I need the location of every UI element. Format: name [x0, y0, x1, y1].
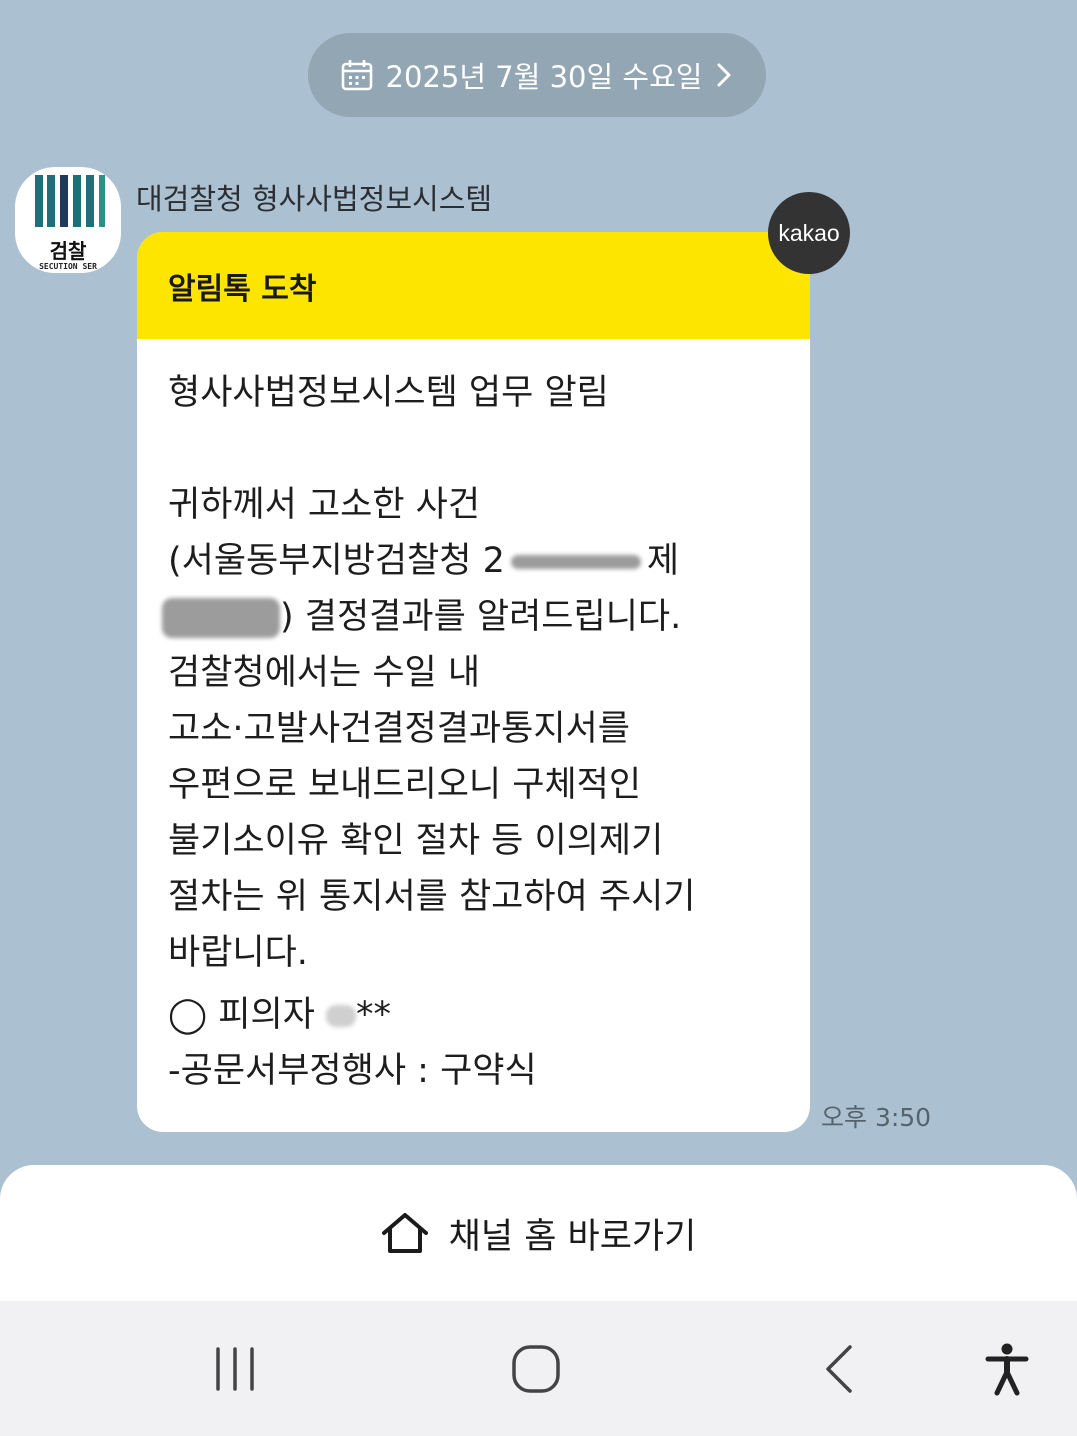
- message-line: ) 결정결과를 알려드립니다.: [162, 589, 788, 645]
- message-line: 우편으로 보내드리오니 구체적인: [168, 765, 642, 805]
- sender-name: 대검찰청 형사사법정보시스템: [136, 182, 493, 216]
- sender-avatar[interactable]: 검찰 SECUTION SER: [15, 167, 121, 273]
- message-line-text: **: [356, 995, 392, 1035]
- alimtalk-header-text: 알림톡 도착: [168, 271, 317, 307]
- kakao-badge: kakao: [768, 192, 850, 274]
- message-line: -공문서부정행사 : 구약식: [168, 1051, 537, 1091]
- message-line: 절차는 위 통지서를 참고하여 주시기: [168, 877, 696, 917]
- home-nav-button[interactable]: [476, 1301, 596, 1436]
- message-timestamp: 오후 3:50: [821, 1103, 932, 1132]
- message-line-text: ) 결정결과를 알려드립니다.: [280, 597, 682, 637]
- message-line-text: (서울동부지방검찰청 2: [168, 541, 505, 581]
- channel-home-label: 채널 홈 바로가기: [448, 1216, 697, 1257]
- channel-home-button[interactable]: 채널 홈 바로가기: [0, 1165, 1077, 1301]
- message-title: 형사사법정보시스템 업무 알림: [168, 373, 609, 413]
- redacted-suspect-name: [326, 1005, 357, 1027]
- message-line: 검찰청에서는 수일 내: [168, 653, 481, 693]
- system-nav-bar: [0, 1301, 1077, 1436]
- message-line: (서울동부지방검찰청 2 제: [168, 533, 788, 589]
- date-text: 2025년 7월 30일 수요일: [385, 60, 703, 94]
- message-line-text: ◯ 피의자: [168, 995, 327, 1035]
- calendar-icon: [341, 60, 372, 91]
- chevron-right-icon: [717, 63, 731, 87]
- avatar-sublabel: SECUTION SER: [39, 262, 97, 271]
- message-line: 바랍니다.: [168, 933, 308, 973]
- message-line: ◯ 피의자 **: [168, 987, 788, 1043]
- home-icon: [381, 1213, 428, 1253]
- home-circle-icon: [512, 1344, 560, 1393]
- back-icon: [826, 1344, 852, 1393]
- message-line: 귀하께서 고소한 사건: [168, 485, 481, 525]
- alimtalk-header: 알림톡 도착: [137, 232, 810, 339]
- recent-apps-button[interactable]: [175, 1301, 295, 1436]
- recent-apps-icon: [216, 1346, 254, 1391]
- avatar-label: 검찰: [49, 239, 87, 263]
- message-body: 형사사법정보시스템 업무 알림 귀하께서 고소한 사건 (서울동부지방검찰청 2…: [137, 339, 810, 1099]
- message-bubble[interactable]: 알림톡 도착 형사사법정보시스템 업무 알림 귀하께서 고소한 사건 (서울동부…: [137, 232, 810, 1132]
- message-line-text: 제: [646, 541, 680, 581]
- redacted-case-number: [510, 555, 641, 569]
- message-line: 불기소이유 확인 절차 등 이의제기: [168, 821, 664, 861]
- accessibility-icon: [985, 1343, 1029, 1395]
- date-header[interactable]: 2025년 7월 30일 수요일: [308, 33, 766, 117]
- message-line: 고소·고발사건결정결과통지서를: [168, 709, 630, 749]
- redacted-case-number: [162, 598, 280, 638]
- back-button[interactable]: [779, 1301, 899, 1436]
- accessibility-button[interactable]: [947, 1301, 1067, 1436]
